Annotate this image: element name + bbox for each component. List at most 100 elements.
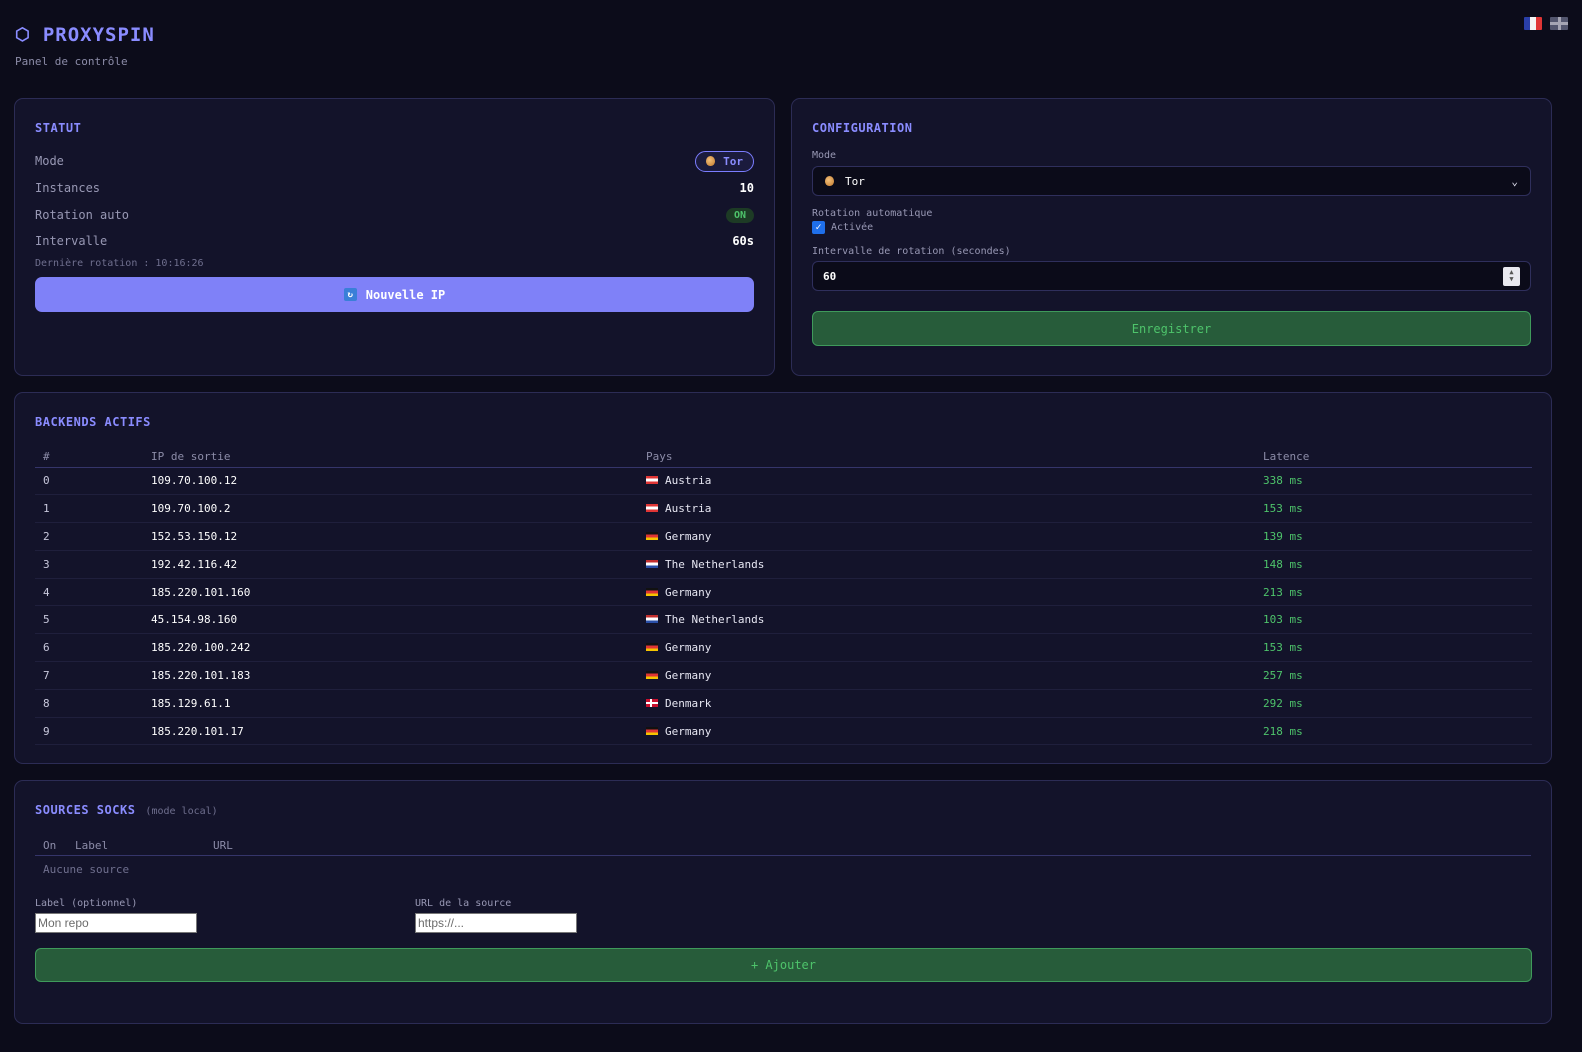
url-field-label: URL de la source: [415, 898, 512, 909]
mode-badge: Tor: [695, 150, 754, 172]
row-country-name: Austria: [665, 502, 712, 516]
row-index: 2: [35, 522, 143, 551]
row-country-name: The Netherlands: [665, 613, 765, 627]
status-interval-row: Intervalle 60s: [35, 228, 754, 254]
onion-icon: [825, 176, 834, 186]
interval-label: Intervalle: [35, 234, 108, 248]
status-instances-row: Instances 10: [35, 174, 754, 202]
page-subtitle: Panel de contrôle: [15, 55, 128, 68]
app-title: PROXYSPIN: [42, 24, 155, 46]
rotation-checkbox-label: Activée: [831, 222, 874, 233]
row-index: 9: [35, 717, 143, 746]
new-ip-label: Nouvelle IP: [365, 287, 446, 302]
english-flag-icon[interactable]: [1550, 17, 1568, 30]
row-country: The Netherlands: [638, 605, 1255, 635]
row-index: 5: [35, 605, 143, 635]
table-row: 5 45.154.98.160 The Netherlands 103 ms: [35, 605, 1532, 635]
table-row: 6 185.220.100.242 Germany 153 ms: [35, 633, 1532, 663]
interval-value: 60s: [732, 234, 754, 248]
row-ip: 45.154.98.160: [143, 605, 638, 635]
url-input[interactable]: https://...: [415, 913, 577, 933]
row-ip: 185.220.101.183: [143, 661, 638, 690]
row-latency: 153 ms: [1255, 633, 1532, 663]
row-ip: 185.220.101.160: [143, 578, 638, 607]
table-row: 0 109.70.100.12 Austria 338 ms: [35, 467, 1532, 496]
rotation-checkbox[interactable]: ✓: [812, 221, 825, 234]
backends-card: BACKENDS ACTIFS # IP de sortie Pays Late…: [14, 392, 1552, 764]
instances-value: 10: [739, 181, 754, 195]
label-field-label: Label (optionnel): [35, 898, 138, 909]
country-flag-icon: [646, 476, 658, 485]
rotation-status-badge: ON: [725, 207, 754, 223]
table-row: 7 185.220.101.183 Germany 257 ms: [35, 661, 1532, 690]
label-input[interactable]: Mon repo: [35, 913, 197, 933]
status-card: STATUT Mode Tor Instances 10 Rotation au…: [14, 98, 775, 376]
row-country: Germany: [638, 522, 1255, 551]
country-flag-icon: [646, 615, 658, 624]
row-index: 8: [35, 689, 143, 718]
sources-title: SOURCES SOCKS: [35, 803, 136, 817]
row-latency: 292 ms: [1255, 689, 1532, 718]
column-header-on: On: [43, 839, 57, 852]
row-country: Germany: [638, 661, 1255, 690]
row-country-name: Germany: [665, 668, 712, 682]
french-flag-icon[interactable]: [1524, 17, 1542, 30]
sources-card: SOURCES SOCKS (mode local) On Label URL …: [14, 780, 1552, 1024]
row-latency: 218 ms: [1255, 717, 1532, 746]
row-latency: 213 ms: [1255, 578, 1532, 607]
table-row: 2 152.53.150.12 Germany 139 ms: [35, 522, 1532, 551]
row-country-name: Germany: [665, 641, 712, 655]
row-country-name: Germany: [665, 529, 712, 543]
table-header-row: # IP de sortie Pays Latence: [35, 447, 1532, 468]
row-index: 6: [35, 633, 143, 663]
add-source-button[interactable]: + Ajouter: [35, 948, 1532, 982]
row-country-name: Germany: [665, 724, 712, 738]
mode-selected-value: Tor: [845, 174, 865, 188]
row-index: 0: [35, 467, 143, 496]
row-latency: 148 ms: [1255, 550, 1532, 579]
rotation-label: Rotation auto: [35, 208, 129, 222]
status-rotation-row: Rotation auto ON: [35, 202, 754, 228]
country-flag-icon: [646, 504, 658, 513]
interval-input[interactable]: 60 ▲ ▼: [812, 261, 1531, 291]
number-stepper-icon[interactable]: ▲ ▼: [1503, 266, 1520, 286]
status-title: STATUT: [35, 121, 82, 135]
row-ip: 185.220.101.17: [143, 717, 638, 746]
mode-field-label: Mode: [812, 150, 837, 161]
row-country: Germany: [638, 633, 1255, 663]
column-header-latency: Latence: [1255, 447, 1532, 468]
rotation-field-label: Rotation automatique: [812, 208, 933, 219]
interval-input-value: 60: [823, 269, 837, 283]
save-button[interactable]: Enregistrer: [812, 311, 1531, 346]
row-country: Denmark: [638, 689, 1255, 718]
sources-title-note: (mode local): [145, 806, 218, 817]
row-ip: 192.42.116.42: [143, 550, 638, 579]
new-ip-button[interactable]: ↻ Nouvelle IP: [35, 277, 754, 312]
row-index: 7: [35, 661, 143, 690]
last-rotation-text: Dernière rotation : 10:16:26: [35, 258, 204, 269]
mode-select[interactable]: Tor ⌄: [812, 166, 1531, 196]
status-mode-row: Mode Tor: [35, 148, 754, 174]
row-ip: 152.53.150.12: [143, 522, 638, 551]
row-ip: 185.129.61.1: [143, 689, 638, 718]
row-ip: 109.70.100.12: [143, 467, 638, 496]
row-latency: 139 ms: [1255, 522, 1532, 551]
row-latency: 153 ms: [1255, 494, 1532, 524]
row-index: 1: [35, 494, 143, 524]
row-country-name: The Netherlands: [665, 557, 765, 571]
country-flag-icon: [646, 643, 658, 652]
row-country: Austria: [638, 467, 1255, 496]
refresh-icon: ↻: [343, 288, 357, 301]
country-flag-icon: [646, 587, 658, 596]
row-country-name: Germany: [665, 585, 712, 599]
table-row: 3 192.42.116.42 The Netherlands 148 ms: [35, 550, 1532, 579]
brand: ⬡ PROXYSPIN: [15, 24, 155, 46]
country-flag-icon: [646, 698, 658, 707]
column-header-url: URL: [213, 839, 233, 852]
table-row: 8 185.129.61.1 Denmark 292 ms: [35, 689, 1532, 718]
column-header-ip: IP de sortie: [143, 447, 638, 468]
backends-title: BACKENDS ACTIFS: [35, 415, 151, 429]
onion-icon: [706, 156, 716, 166]
column-header-label: Label: [75, 839, 109, 852]
row-country: Austria: [638, 494, 1255, 524]
